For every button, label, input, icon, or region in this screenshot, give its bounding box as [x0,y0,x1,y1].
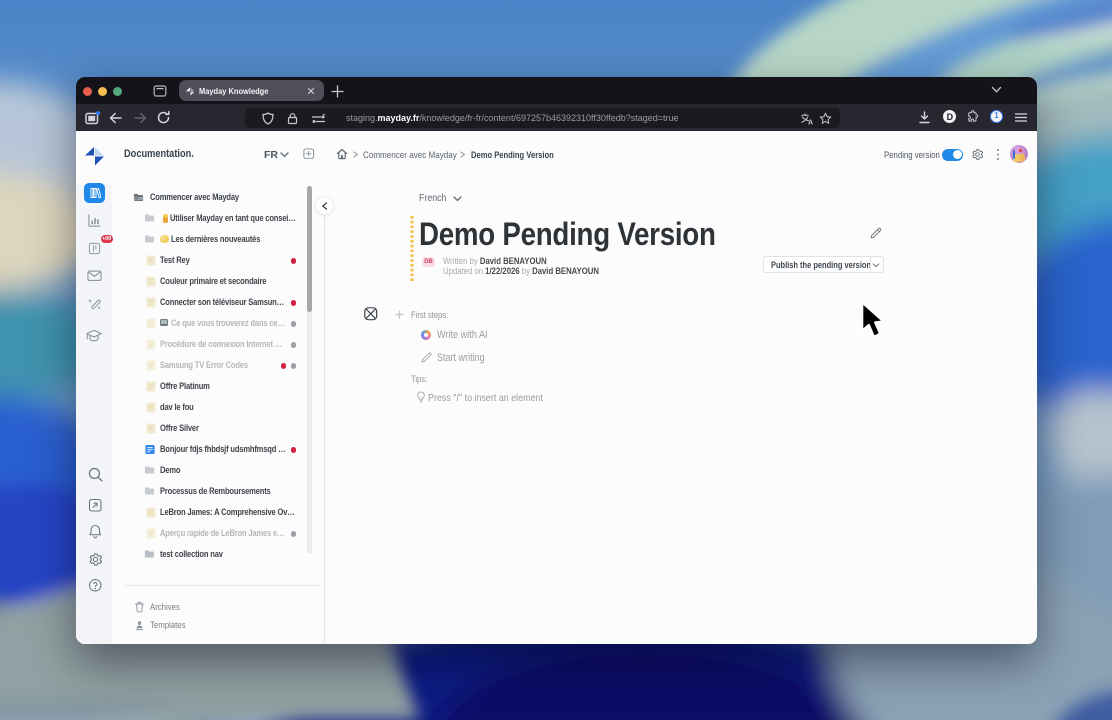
svg-text:A: A [808,119,813,125]
